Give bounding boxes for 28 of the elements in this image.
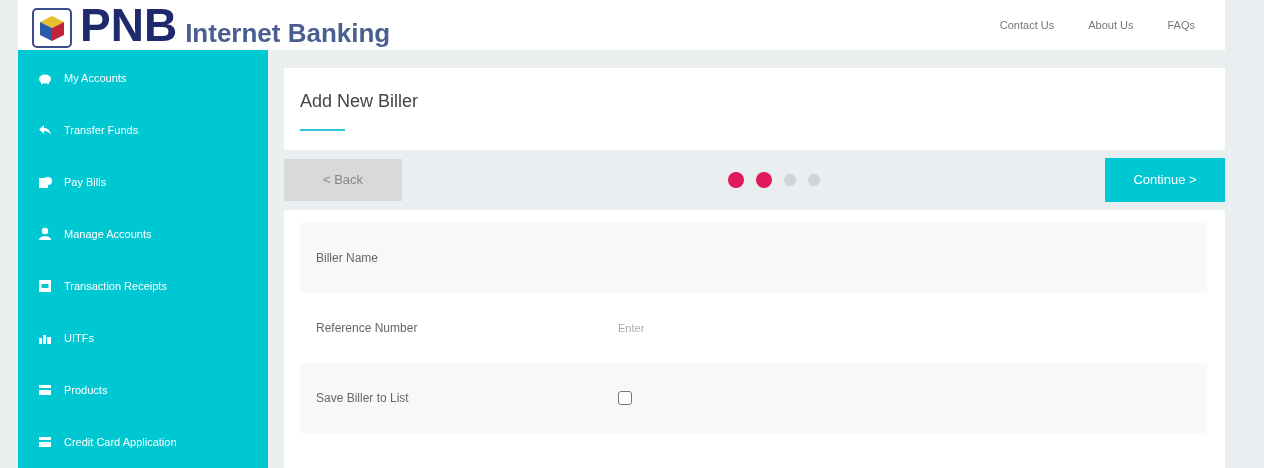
sidebar-item[interactable]: Products xyxy=(18,364,268,416)
sidebar-item[interactable]: UITFs xyxy=(18,312,268,364)
back-button[interactable]: < Back xyxy=(284,159,402,201)
sidebar-item[interactable]: Pay Bills xyxy=(18,156,268,208)
nav-link[interactable]: About Us xyxy=(1088,16,1134,34)
title-underline xyxy=(300,129,345,131)
receipt-icon xyxy=(38,279,52,293)
logo-text: PNB xyxy=(80,2,178,48)
nav-link[interactable]: FAQs xyxy=(1167,16,1195,34)
continue-button[interactable]: Continue > xyxy=(1105,158,1225,202)
sidebar-item[interactable]: Transfer Funds xyxy=(18,104,268,156)
checkbox[interactable] xyxy=(618,391,632,405)
nav-link[interactable]: Contact Us xyxy=(999,16,1055,34)
sidebar-item[interactable]: Transaction Receipts xyxy=(18,260,268,312)
sidebar-item[interactable]: Credit Card Application xyxy=(18,416,268,468)
sidebar-item[interactable]: Manage Accounts xyxy=(18,208,268,260)
field-label: Save Biller to List xyxy=(315,390,410,407)
card-icon xyxy=(38,383,52,397)
input-field[interactable]: Enter xyxy=(618,319,818,337)
sidebar-item[interactable]: My Accounts xyxy=(18,52,268,104)
card-icon xyxy=(38,435,52,449)
user-icon xyxy=(38,227,52,241)
field-label: Reference Number xyxy=(315,320,419,337)
bills-icon xyxy=(38,175,52,189)
logo-subtitle: Internet Banking xyxy=(185,20,391,46)
field-label: Biller Name xyxy=(315,250,379,267)
page-title: Add New Biller xyxy=(300,90,419,113)
reply-arrow-icon xyxy=(38,123,52,137)
